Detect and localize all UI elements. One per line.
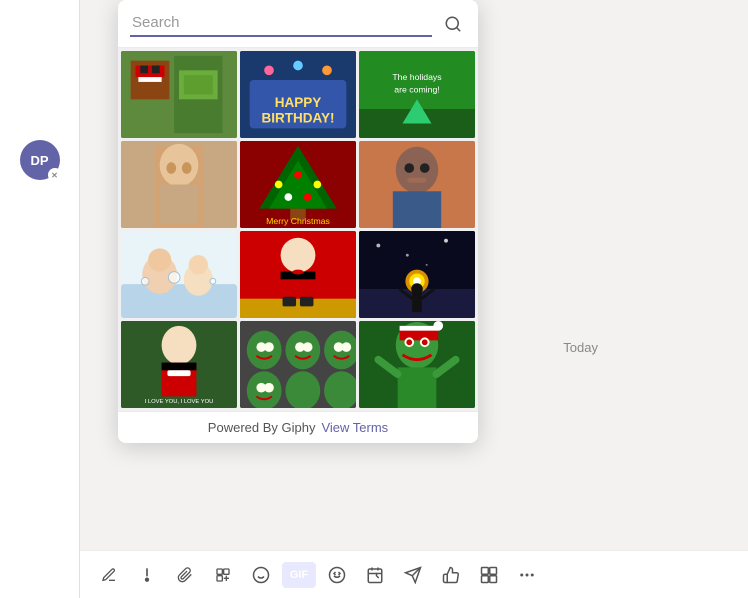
today-label: Today <box>563 340 598 355</box>
exclamation-button[interactable] <box>130 558 164 592</box>
svg-text:Merry Christmas: Merry Christmas <box>266 216 330 226</box>
gif-thumbnail <box>240 231 356 318</box>
avatar: DP <box>20 140 60 180</box>
translate-button[interactable] <box>206 558 240 592</box>
svg-text:HAPPY: HAPPY <box>275 95 322 110</box>
send-button[interactable] <box>396 558 430 592</box>
gif-button-label: GIF <box>290 569 308 581</box>
gif-item[interactable] <box>359 231 475 318</box>
apps-button[interactable] <box>472 558 506 592</box>
attach-button[interactable] <box>168 558 202 592</box>
view-terms-link[interactable]: View Terms <box>321 420 388 435</box>
gif-item[interactable] <box>121 51 237 138</box>
like-icon <box>442 566 460 584</box>
gif-item[interactable] <box>121 141 237 228</box>
schedule-icon <box>366 566 384 584</box>
bottom-toolbar: GIF <box>80 550 748 598</box>
gif-item[interactable]: Merry Christmas <box>240 141 356 228</box>
gif-picker-popup: HAPPY BIRTHDAY! The holidays are coming! <box>118 0 478 443</box>
gif-item[interactable]: I LOVE YOU, I LOVE YOU <box>121 321 237 408</box>
gif-item[interactable] <box>240 321 356 408</box>
gif-button[interactable]: GIF <box>282 562 316 588</box>
sticker-icon <box>328 566 346 584</box>
emoji-button[interactable] <box>244 558 278 592</box>
svg-text:BIRTHDAY!: BIRTHDAY! <box>261 111 334 126</box>
send-icon <box>404 566 422 584</box>
gif-item[interactable] <box>359 141 475 228</box>
gif-thumbnail <box>121 231 237 318</box>
powered-by-text: Powered By Giphy <box>208 420 316 435</box>
more-options-button[interactable] <box>510 558 544 592</box>
emoji-icon <box>252 566 270 584</box>
avatar-initials: DP <box>30 153 48 168</box>
svg-text:are coming!: are coming! <box>394 85 439 95</box>
gif-thumbnail <box>240 321 356 408</box>
gif-item[interactable] <box>121 231 237 318</box>
exclamation-icon <box>139 567 155 583</box>
gif-picker-footer: Powered By Giphy View Terms <box>118 411 478 443</box>
like-button[interactable] <box>434 558 468 592</box>
apps-icon <box>480 566 498 584</box>
gif-grid: HAPPY BIRTHDAY! The holidays are coming! <box>118 48 478 411</box>
more-dots-icon <box>518 566 536 584</box>
gif-thumbnail <box>359 231 475 318</box>
avatar-status-badge <box>48 168 62 182</box>
gif-search-bar <box>118 0 478 48</box>
gif-thumbnail <box>121 141 237 228</box>
translate-icon <box>215 567 231 583</box>
gif-thumbnail: Merry Christmas <box>240 141 356 228</box>
svg-text:The holidays: The holidays <box>392 72 442 82</box>
sidebar: DP <box>0 0 80 598</box>
format-button[interactable] <box>92 558 126 592</box>
gif-item[interactable]: HAPPY BIRTHDAY! <box>240 51 356 138</box>
paperclip-icon <box>177 567 193 583</box>
svg-text:I LOVE YOU, I LOVE YOU: I LOVE YOU, I LOVE YOU <box>145 399 214 405</box>
gif-thumbnail: I LOVE YOU, I LOVE YOU <box>121 321 237 408</box>
search-icon <box>444 15 462 33</box>
search-input[interactable] <box>130 10 432 37</box>
gif-thumbnail: HAPPY BIRTHDAY! <box>240 51 356 138</box>
gif-item[interactable]: The holidays are coming! <box>359 51 475 138</box>
gif-thumbnail <box>121 51 237 138</box>
format-icon <box>101 567 117 583</box>
gif-item[interactable] <box>240 231 356 318</box>
gif-thumbnail: The holidays are coming! <box>359 51 475 138</box>
schedule-button[interactable] <box>358 558 392 592</box>
gif-item[interactable] <box>359 321 475 408</box>
gif-thumbnail <box>359 141 475 228</box>
gif-thumbnail <box>359 321 475 408</box>
sticker-button[interactable] <box>320 558 354 592</box>
search-button[interactable] <box>440 11 466 37</box>
